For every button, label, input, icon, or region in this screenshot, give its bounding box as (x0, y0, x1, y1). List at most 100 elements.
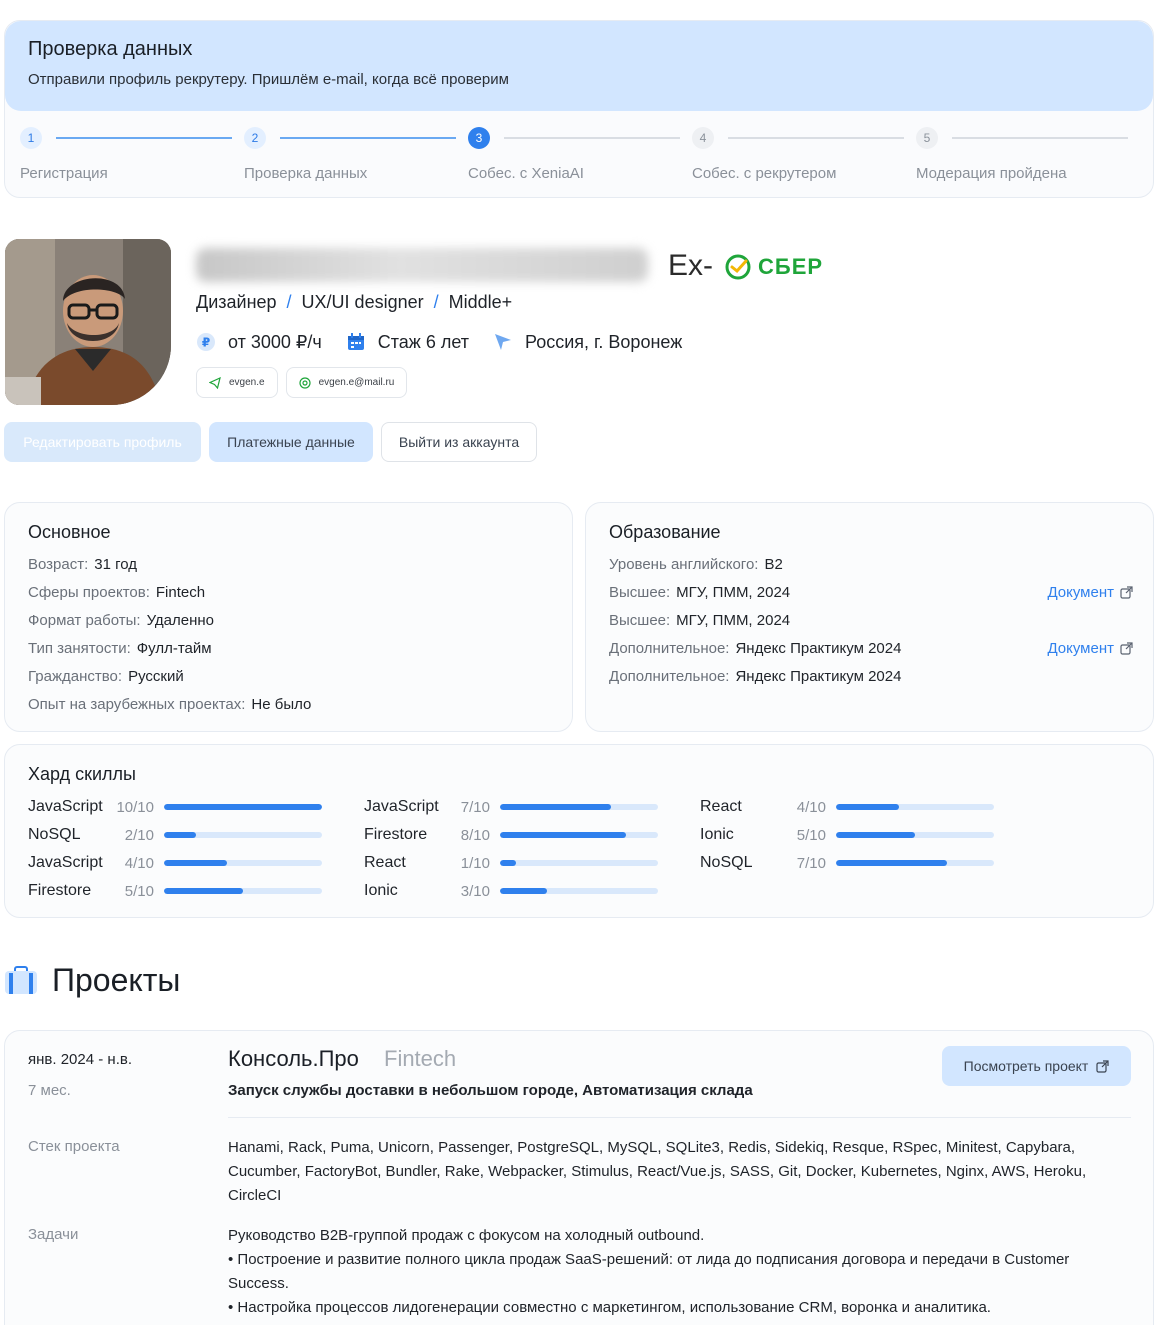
skill-bar-track (836, 832, 994, 838)
skill-name: React (364, 854, 406, 871)
info-label: Высшее: (609, 583, 671, 601)
name-blurred (196, 248, 648, 282)
skill-bar-fill (164, 804, 322, 810)
skill-bar-track (164, 832, 322, 838)
skill-name: Firestore (28, 882, 92, 899)
skill-bar-fill (500, 860, 516, 866)
task-item: • Настройка процессов лидогенерации совм… (228, 1299, 991, 1316)
info-label: Опыт на зарубежных проектах: (28, 695, 246, 713)
payment-details-button[interactable]: Платежные данные (209, 422, 373, 462)
company-name: СБЕР (758, 254, 824, 279)
document-link-label: Документ (1047, 639, 1114, 657)
role-separator: / (433, 292, 439, 312)
document-link[interactable]: Документ (1047, 584, 1133, 601)
avatar-portrait (5, 239, 171, 405)
info-value: 31 год (94, 555, 138, 573)
info-value: Русский (128, 667, 184, 685)
location-arrow-icon (493, 332, 513, 352)
step-connector (504, 137, 680, 139)
info-label: Сферы проектов: (28, 583, 150, 601)
contacts: evgen.e evgen.e@mail.ru (196, 367, 408, 398)
edit-profile-button[interactable]: Редактировать профиль (4, 422, 201, 462)
basic-info-row: Формат работы: Удаленно (28, 606, 311, 634)
role-grade: Middle+ (448, 292, 513, 312)
company-logo: СБЕР (724, 252, 834, 282)
skill-score: 8/10 (460, 826, 490, 844)
document-link[interactable]: Документ (1047, 640, 1133, 657)
email-address: evgen.e@mail.ru (318, 377, 395, 388)
step-number: 5 (916, 127, 938, 149)
role-profession: Дизайнер (196, 292, 277, 312)
skill-row: Firestore 8/10 (364, 821, 658, 849)
telegram-chip[interactable]: evgen.e (196, 367, 278, 398)
onboarding-stepper-card: Проверка данных Отправили профиль рекрут… (4, 20, 1154, 198)
step-5: 5 Модерация пройдена (916, 127, 1140, 187)
skill-bar-fill (836, 860, 947, 866)
external-link-icon (1120, 585, 1133, 599)
step-3: 3 Собес. с XeniaAI (468, 127, 692, 187)
role-line: Дизайнер / UX/UI designer / Middle+ (196, 292, 512, 313)
ruble-icon: ₽ (196, 332, 216, 352)
skill-row: NoSQL 7/10 (700, 849, 994, 877)
skill-name: NoSQL (28, 826, 81, 843)
skill-name: JavaScript (28, 798, 103, 815)
skill-bar-track (836, 804, 994, 810)
logout-button[interactable]: Выйти из аккаунта (381, 422, 537, 462)
at-icon (298, 376, 311, 389)
skill-row: JavaScript 10/10 (28, 793, 322, 821)
project-description: Запуск службы доставки в небольшом город… (228, 1082, 753, 1099)
projects-title: Проекты (52, 961, 181, 998)
skill-bar-track (500, 832, 658, 838)
skill-bar-track (500, 860, 658, 866)
step-number: 4 (692, 127, 714, 149)
info-label: Высшее: (609, 611, 671, 629)
location-value: Россия, г. Воронеж (525, 331, 683, 352)
view-project-button[interactable]: Посмотреть проект (942, 1046, 1131, 1086)
skill-row: Ionic 5/10 (700, 821, 994, 849)
basic-info-row: Тип занятости: Фулл-тайм (28, 634, 311, 662)
step-1: 1 Регистрация (20, 127, 244, 187)
experience-value: Стаж 6 лет (377, 331, 470, 352)
education-title: Образование (609, 522, 721, 542)
skill-row: Firestore 5/10 (28, 877, 322, 905)
basic-info-card: Основное Возраст: 31 год Сферы проектов: Fi… (4, 502, 573, 732)
step-label: Проверка данных (244, 165, 368, 182)
email-chip[interactable]: evgen.e@mail.ru (285, 367, 408, 398)
info-value: Фулл-тайм (136, 639, 212, 657)
step-label: Собес. с XeniaAI (468, 165, 584, 182)
step-4: 4 Собес. с рекрутером (692, 127, 916, 187)
skill-bar-track (164, 860, 322, 866)
skill-score: 2/10 (124, 826, 154, 844)
skill-name: React (700, 798, 742, 815)
skill-bar-fill (836, 832, 915, 838)
hard-skills-card: Хард скиллы JavaScript 10/10 NoSQL 2/10 Java… (4, 744, 1154, 918)
role-specialization: UX/UI designer (301, 292, 424, 312)
experience: Стаж 6 лет (346, 332, 469, 353)
avatar (5, 239, 171, 405)
project-duration: 7 мес. (28, 1082, 71, 1099)
education-row: Высшее: МГУ, ПММ, 2024 Документ (609, 578, 1133, 606)
info-label: Формат работы: (28, 611, 141, 629)
skill-name: Ionic (364, 882, 398, 899)
external-link-icon (1120, 641, 1133, 655)
skill-bar-track (164, 804, 322, 810)
info-value: Удаленно (146, 611, 215, 629)
info-label: Возраст: (28, 555, 89, 573)
verify-subtitle: Отправили профиль рекрутеру. Пришлём e-m… (28, 71, 509, 88)
telegram-handle: evgen.e (229, 377, 265, 388)
stepper: 1 Регистрация 2 Проверка данных 3 Собес. с Xe… (20, 127, 1140, 187)
info-value: Не было (251, 695, 312, 713)
verify-banner: Проверка данных Отправили профиль рекрут… (5, 21, 1153, 111)
skill-score: 4/10 (796, 798, 826, 816)
skill-row: React 1/10 (364, 849, 658, 877)
skill-bar-track (164, 888, 322, 894)
step-connector (728, 137, 904, 139)
step-connector (280, 137, 456, 139)
skill-name: JavaScript (364, 798, 439, 815)
basic-info-row: Опыт на зарубежных проектах: Не было (28, 690, 311, 718)
step-label: Регистрация (20, 165, 108, 182)
skill-score: 5/10 (124, 882, 154, 900)
info-value: МГУ, ПММ, 2024 (676, 583, 791, 601)
skill-bar-fill (500, 888, 548, 894)
step-number: 3 (468, 127, 490, 149)
